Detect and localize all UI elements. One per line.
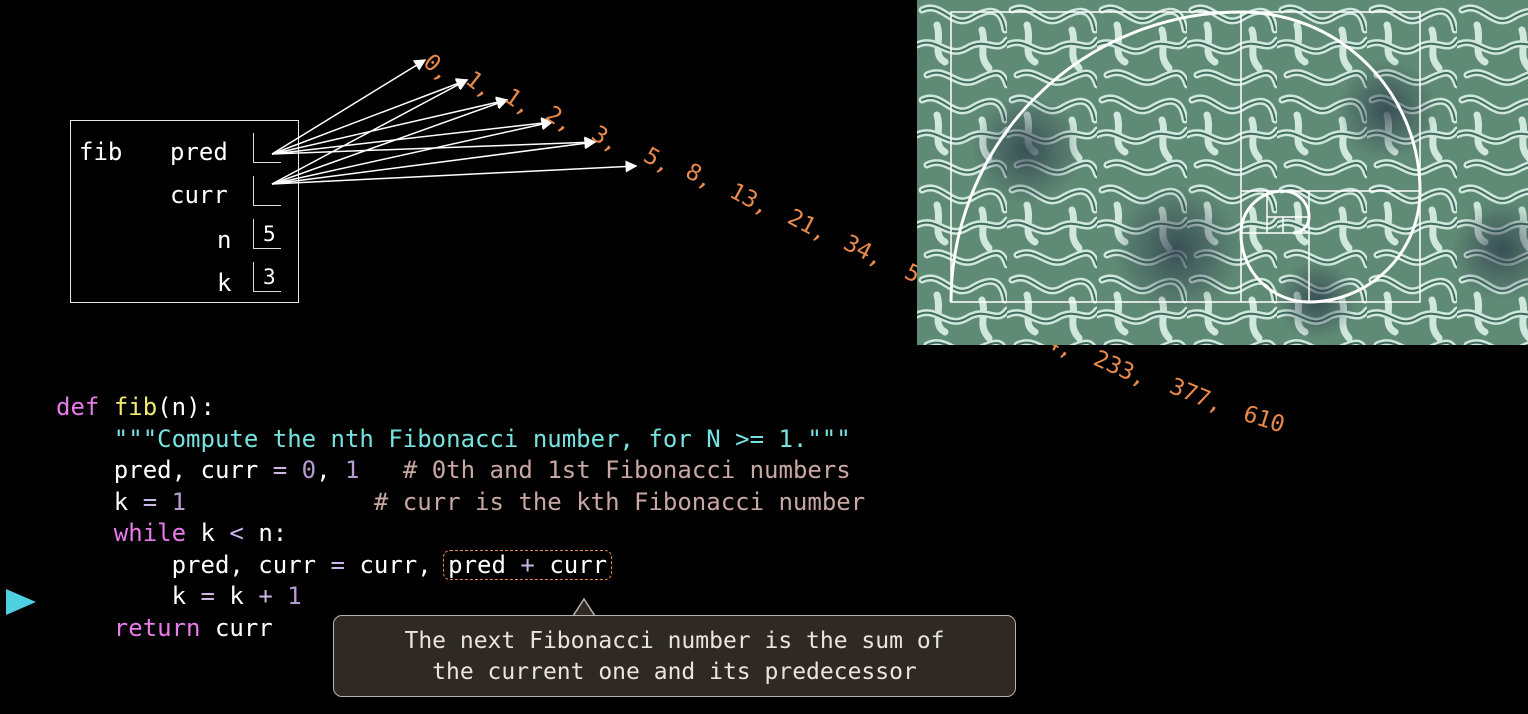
function-name: fib bbox=[113, 393, 158, 421]
sequence-number: 610 bbox=[1240, 401, 1288, 439]
init-vars: pred, curr bbox=[113, 456, 259, 484]
init-comment: # 0th and 1st Fibonacci numbers bbox=[402, 456, 851, 484]
k-init-one: 1 bbox=[171, 487, 187, 516]
sequence-number: 0, bbox=[418, 49, 456, 87]
def-keyword: def bbox=[56, 393, 100, 421]
hl-plus: + bbox=[520, 550, 535, 579]
code-listing: def fib(n): """Compute the nth Fibonacci… bbox=[56, 392, 865, 644]
assign-equals: = bbox=[330, 550, 345, 579]
sequence-number: 34, bbox=[839, 230, 888, 272]
init-zero: 0 bbox=[301, 456, 317, 484]
pointer-arrow bbox=[271, 97, 509, 185]
init-comma: , bbox=[316, 456, 331, 484]
incr-k: k bbox=[171, 582, 187, 610]
while-k: k bbox=[200, 519, 215, 547]
golden-spiral-image bbox=[917, 0, 1528, 345]
assign-lhs: pred, curr bbox=[171, 550, 317, 579]
function-params: (n): bbox=[157, 393, 215, 421]
k-comment: # curr is the kth Fibonacci number bbox=[373, 487, 866, 516]
k-equals: = bbox=[142, 487, 158, 516]
explanation-callout: The next Fibonacci number is the sum of … bbox=[333, 615, 1016, 697]
pointer-arrow bbox=[271, 59, 427, 155]
sequence-number: 1, bbox=[460, 66, 498, 104]
callout-line-2: the current one and its predecessor bbox=[432, 659, 917, 685]
incr-one: 1 bbox=[287, 582, 302, 610]
hl-pred: pred bbox=[448, 550, 506, 579]
init-one: 1 bbox=[345, 456, 360, 484]
pointer-arrow bbox=[271, 79, 469, 185]
while-less-than: < bbox=[229, 519, 244, 547]
code-line-def: def fib(n): bbox=[56, 393, 215, 421]
return-value: curr bbox=[214, 613, 273, 642]
pointer-arrow bbox=[271, 160, 638, 185]
incr-plus: + bbox=[258, 582, 273, 610]
while-n: n: bbox=[258, 519, 288, 547]
spiral-illustration bbox=[917, 0, 1528, 345]
sequence-number: 1, bbox=[500, 84, 538, 121]
hl-curr: curr bbox=[549, 550, 608, 579]
incr-k2: k bbox=[229, 582, 244, 610]
k-var: k bbox=[113, 487, 129, 516]
docstring: """Compute the nth Fibonacci number, for… bbox=[113, 424, 851, 453]
sequence-number: 8, bbox=[681, 159, 718, 195]
init-equals: = bbox=[272, 456, 288, 484]
incr-equals: = bbox=[200, 582, 215, 610]
callout-pointer bbox=[573, 598, 595, 616]
return-keyword: return bbox=[113, 613, 201, 642]
sequence-number: 377, bbox=[1166, 373, 1227, 418]
sequence-number: 2, bbox=[541, 101, 578, 138]
sequence-number: 233, bbox=[1090, 346, 1151, 392]
sequence-number: 13, bbox=[725, 178, 774, 220]
highlighted-expression: pred + curr bbox=[443, 549, 613, 580]
callout-line-1: The next Fibonacci number is the sum of bbox=[404, 628, 945, 654]
sequence-number: 5, bbox=[639, 143, 676, 179]
while-keyword: while bbox=[113, 519, 187, 547]
current-line-marker-icon bbox=[6, 589, 36, 615]
assign-rhs-curr: curr, bbox=[359, 550, 432, 579]
sequence-number: 3, bbox=[587, 121, 624, 158]
sequence-number: 21, bbox=[783, 204, 832, 246]
